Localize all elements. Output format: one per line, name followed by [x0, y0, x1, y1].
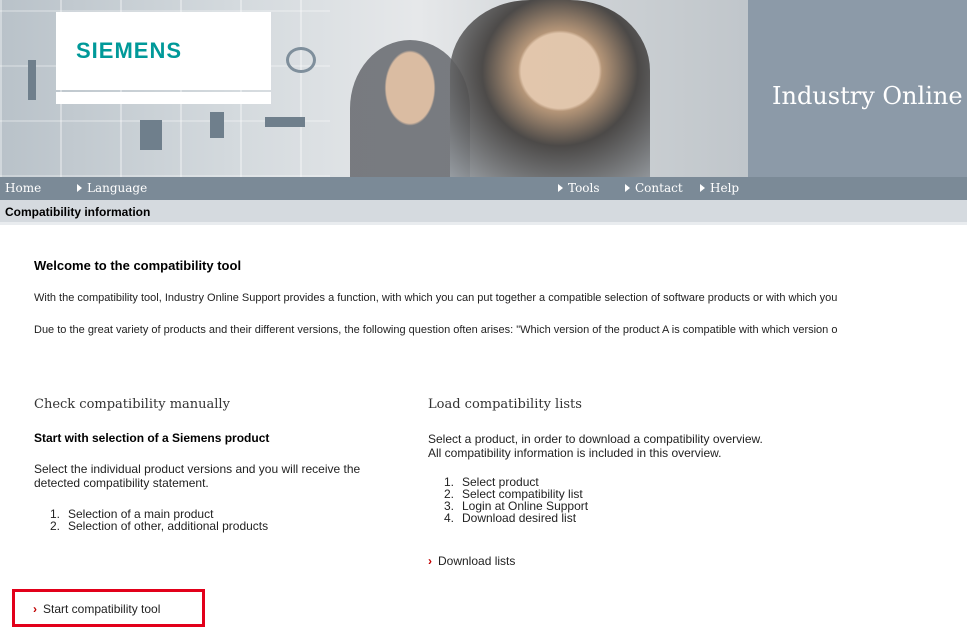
header-banner: SIEMENS Industry Online: [0, 0, 967, 177]
nav-help[interactable]: Help: [700, 181, 739, 195]
manual-check-heading: Check compatibility manually: [34, 397, 230, 412]
breadcrumb-current: Compatibility information: [5, 205, 151, 219]
banner-sensor-graphic: [210, 112, 224, 138]
banner-plc-graphic: [265, 117, 305, 127]
download-lists-link[interactable]: › Download lists: [428, 554, 515, 568]
speech-bubble-icon: [286, 47, 316, 73]
triangle-right-icon: [700, 184, 705, 192]
page-title: Welcome to the compatibility tool: [34, 258, 242, 273]
site-title: Industry Online: [772, 82, 963, 110]
load-lists-heading: Load compatibility lists: [428, 397, 582, 412]
manual-check-description: Select the individual product versions a…: [34, 462, 361, 490]
list-item: 4. Download desired list: [443, 511, 577, 525]
start-compatibility-tool-link[interactable]: › Start compatibility tool: [33, 602, 160, 616]
nav-tools[interactable]: Tools: [558, 181, 600, 195]
breadcrumb: Compatibility information: [0, 200, 967, 225]
nav-home[interactable]: Home: [5, 181, 41, 195]
manual-check-subheading: Start with selection of a Siemens produc…: [34, 431, 270, 445]
chevron-right-icon: ›: [428, 554, 432, 568]
banner-person-woman: [450, 0, 650, 177]
lists-steps-list: 1. Select product 2. Select compatibility …: [440, 476, 588, 524]
triangle-right-icon: [625, 184, 630, 192]
chevron-right-icon: ›: [33, 602, 37, 616]
siemens-logo[interactable]: SIEMENS: [76, 38, 182, 64]
triangle-right-icon: [558, 184, 563, 192]
intro-paragraph-1: With the compatibility tool, Industry On…: [34, 292, 838, 304]
list-item: 2. Selection of other, additional product…: [49, 519, 269, 533]
manual-steps-list: 1. Selection of a main product 2. Selectio…: [46, 508, 268, 532]
banner-valve-graphic: [140, 120, 162, 150]
load-lists-description-2: All compatibility information is include…: [428, 446, 722, 460]
triangle-right-icon: [77, 184, 82, 192]
nav-language[interactable]: Language: [77, 181, 147, 195]
nav-contact[interactable]: Contact: [625, 181, 683, 195]
load-lists-description-1: Select a product, in order to download a…: [428, 432, 763, 446]
main-nav: Home Language Tools Contact Help: [0, 177, 967, 200]
banner-machine-graphic: [28, 60, 36, 100]
intro-paragraph-2: Due to the great variety of products and…: [34, 324, 838, 336]
logo-bar: [56, 92, 271, 104]
